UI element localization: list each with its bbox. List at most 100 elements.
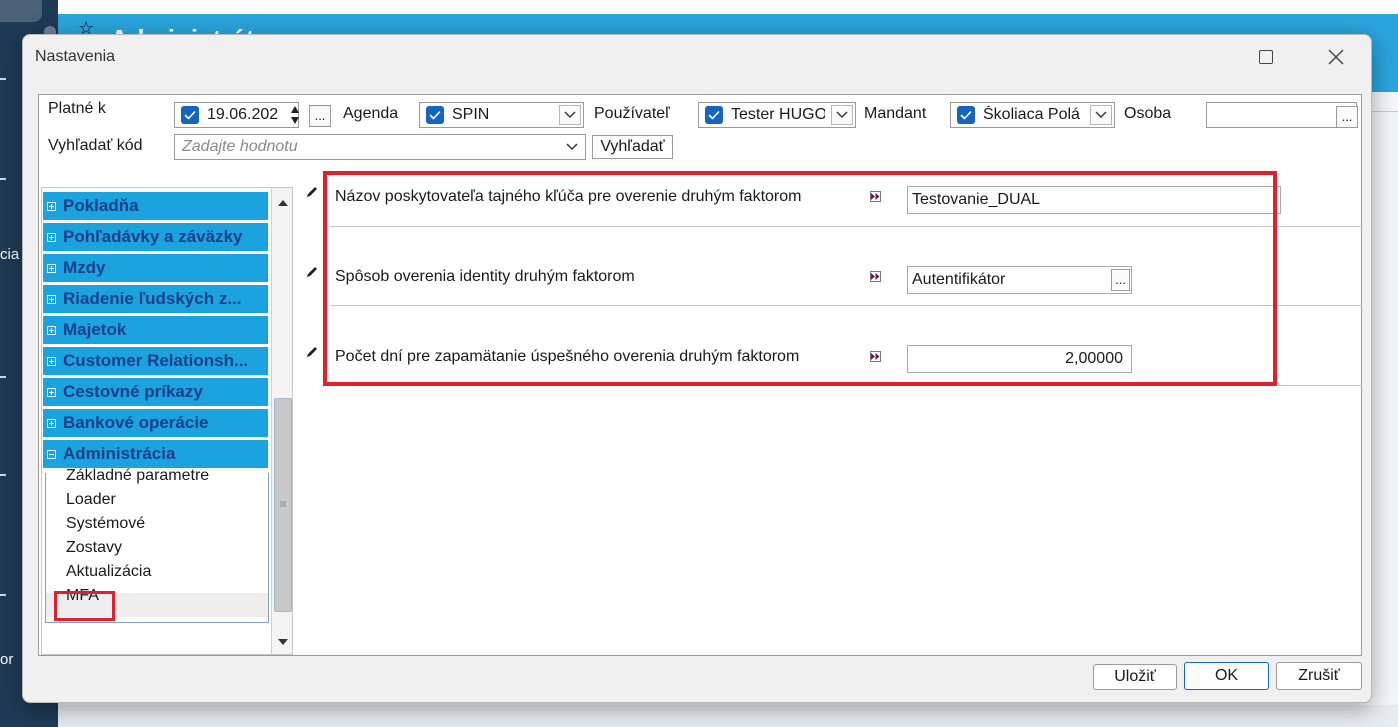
sidebar-item-label[interactable]: or bbox=[0, 651, 13, 668]
user-label: Používateľ bbox=[594, 105, 670, 122]
tree-category-administracia[interactable]: Administrácia bbox=[43, 440, 268, 468]
app-header bbox=[58, 0, 1398, 14]
sidebar-divider bbox=[0, 78, 6, 80]
settings-dialog: Nastavenia Platné k 19.06.202 ... Agenda… bbox=[22, 34, 1372, 703]
sidebar-divider bbox=[0, 178, 6, 180]
mandant-checkbox[interactable] bbox=[957, 106, 975, 124]
edit-pencil-icon[interactable] bbox=[305, 265, 319, 279]
person-picker-button[interactable]: ... bbox=[1336, 106, 1358, 128]
tree-item-zostavy[interactable]: Zostavy bbox=[66, 539, 122, 557]
mfa-highlight-frame bbox=[54, 591, 115, 621]
close-button[interactable] bbox=[1314, 43, 1358, 71]
sidebar-divider bbox=[0, 474, 6, 476]
tree-category-bankove[interactable]: Bankové operácie bbox=[43, 409, 268, 437]
agenda-select[interactable]: SPIN bbox=[419, 102, 584, 128]
tree-item-aktualizacia[interactable]: Aktualizácia bbox=[66, 563, 151, 581]
cancel-button[interactable]: Zrušiť bbox=[1276, 662, 1362, 690]
agenda-checkbox[interactable] bbox=[426, 106, 444, 124]
expand-plus-icon[interactable] bbox=[47, 418, 56, 428]
edit-pencil-icon[interactable] bbox=[305, 345, 319, 359]
tree-category-crm[interactable]: Customer Relationsh... bbox=[43, 347, 268, 375]
maximize-button[interactable] bbox=[1244, 43, 1288, 71]
search-button[interactable]: Vyhľadať bbox=[592, 135, 673, 159]
settings-highlight-frame bbox=[323, 171, 1277, 386]
tree-item-systemove[interactable]: Systémové bbox=[66, 515, 145, 533]
expand-plus-icon[interactable] bbox=[47, 356, 56, 366]
collapse-minus-icon[interactable] bbox=[47, 449, 56, 459]
person-field[interactable] bbox=[1206, 102, 1357, 128]
search-code-dropdown-button[interactable] bbox=[561, 137, 583, 157]
chevron-down-icon bbox=[836, 111, 848, 118]
scrollbar-thumb[interactable] bbox=[274, 398, 292, 612]
user-checkbox[interactable] bbox=[705, 106, 723, 124]
tree-category-riadenie[interactable]: Riadenie ľudských z... bbox=[43, 285, 268, 313]
maximize-icon bbox=[1259, 50, 1273, 64]
tree-category-label: Majetok bbox=[63, 320, 127, 339]
sidebar-divider bbox=[0, 376, 6, 378]
date-spinner[interactable] bbox=[289, 104, 301, 126]
search-code-label: Vyhľadať kód bbox=[48, 137, 143, 154]
tree-item-loader[interactable]: Loader bbox=[66, 491, 116, 509]
tree-category-pohladavky[interactable]: Pohľadávky a záväzky bbox=[43, 223, 268, 251]
tree-category-label: Pokladňa bbox=[63, 196, 139, 215]
tree-category-pokladna[interactable]: Pokladňa bbox=[43, 192, 268, 220]
tree-category-majetok[interactable]: Majetok bbox=[43, 316, 268, 344]
tree-category-label: Customer Relationsh... bbox=[63, 351, 249, 370]
expand-plus-icon[interactable] bbox=[47, 387, 56, 397]
expand-plus-icon[interactable] bbox=[47, 294, 56, 304]
tree-category-label: Administrácia bbox=[63, 444, 176, 463]
expand-plus-icon[interactable] bbox=[47, 263, 56, 273]
user-dropdown-button[interactable] bbox=[831, 105, 853, 125]
search-code-input[interactable]: Zadajte hodnotu bbox=[174, 134, 586, 160]
mandant-label: Mandant bbox=[864, 105, 927, 122]
checkmark-icon bbox=[708, 110, 720, 120]
valid-date-checkbox[interactable] bbox=[181, 106, 199, 124]
person-label: Osoba bbox=[1124, 105, 1172, 122]
chevron-down-icon bbox=[564, 111, 576, 118]
spinner-arrows-icon bbox=[291, 106, 299, 124]
valid-date-value: 19.06.202 bbox=[207, 106, 279, 123]
agenda-value: SPIN bbox=[452, 106, 490, 123]
agenda-dropdown-button[interactable] bbox=[559, 105, 581, 125]
close-icon bbox=[1328, 49, 1344, 65]
valid-date-field[interactable]: 19.06.202 bbox=[174, 102, 299, 128]
scroll-up-arrow-icon[interactable] bbox=[277, 199, 289, 207]
valid-date-label: Platné k bbox=[48, 100, 106, 117]
date-picker-button[interactable]: ... bbox=[309, 105, 331, 127]
ok-button[interactable]: OK bbox=[1184, 662, 1269, 690]
tree-category-label: Riadenie ľudských z... bbox=[63, 289, 242, 308]
edit-pencil-icon[interactable] bbox=[305, 185, 319, 199]
sidebar-item-label[interactable]: cia bbox=[0, 246, 19, 263]
mandant-select[interactable]: Školiaca Polá bbox=[950, 102, 1115, 128]
tree-item-zakladne-parametre[interactable]: Základné parametre bbox=[66, 467, 209, 485]
sidebar-divider bbox=[0, 594, 6, 596]
mandant-value: Školiaca Polá bbox=[983, 106, 1080, 123]
dialog-titlebar[interactable]: Nastavenia bbox=[23, 35, 1371, 79]
app-menu-button[interactable] bbox=[0, 0, 42, 22]
app-status-bar bbox=[58, 705, 1398, 727]
tree-scrollbar[interactable] bbox=[271, 188, 292, 654]
expand-plus-icon[interactable] bbox=[47, 325, 56, 335]
category-tree: Pokladňa Pohľadávky a záväzky Mzdy Riade… bbox=[41, 187, 293, 655]
tree-category-label: Pohľadávky a záväzky bbox=[63, 227, 243, 246]
scroll-down-arrow-icon[interactable] bbox=[277, 638, 289, 646]
dialog-title: Nastavenia bbox=[35, 48, 116, 65]
tree-category-cestovne[interactable]: Cestovné príkazy bbox=[43, 378, 268, 406]
save-button[interactable]: Uložiť bbox=[1093, 664, 1177, 690]
tree-category-label: Cestovné príkazy bbox=[63, 382, 203, 401]
app-panel-edge bbox=[1370, 92, 1398, 112]
chevron-down-icon bbox=[566, 143, 578, 150]
tree-category-label: Mzdy bbox=[63, 258, 106, 277]
user-select[interactable]: Tester HUGO bbox=[698, 102, 856, 128]
chevron-down-icon bbox=[1095, 111, 1107, 118]
expand-plus-icon[interactable] bbox=[47, 232, 56, 242]
dialog-content: Platné k 19.06.202 ... Agenda SPIN Použí… bbox=[38, 94, 1362, 656]
checkmark-icon bbox=[184, 110, 196, 120]
mandant-dropdown-button[interactable] bbox=[1090, 105, 1112, 125]
expand-plus-icon[interactable] bbox=[47, 201, 56, 211]
checkmark-icon bbox=[960, 110, 972, 120]
tree-category-mzdy[interactable]: Mzdy bbox=[43, 254, 268, 282]
tree-category-label: Bankové operácie bbox=[63, 413, 209, 432]
search-code-placeholder: Zadajte hodnotu bbox=[182, 138, 298, 155]
filter-bar: Platné k 19.06.202 ... Agenda SPIN Použí… bbox=[39, 95, 1361, 171]
